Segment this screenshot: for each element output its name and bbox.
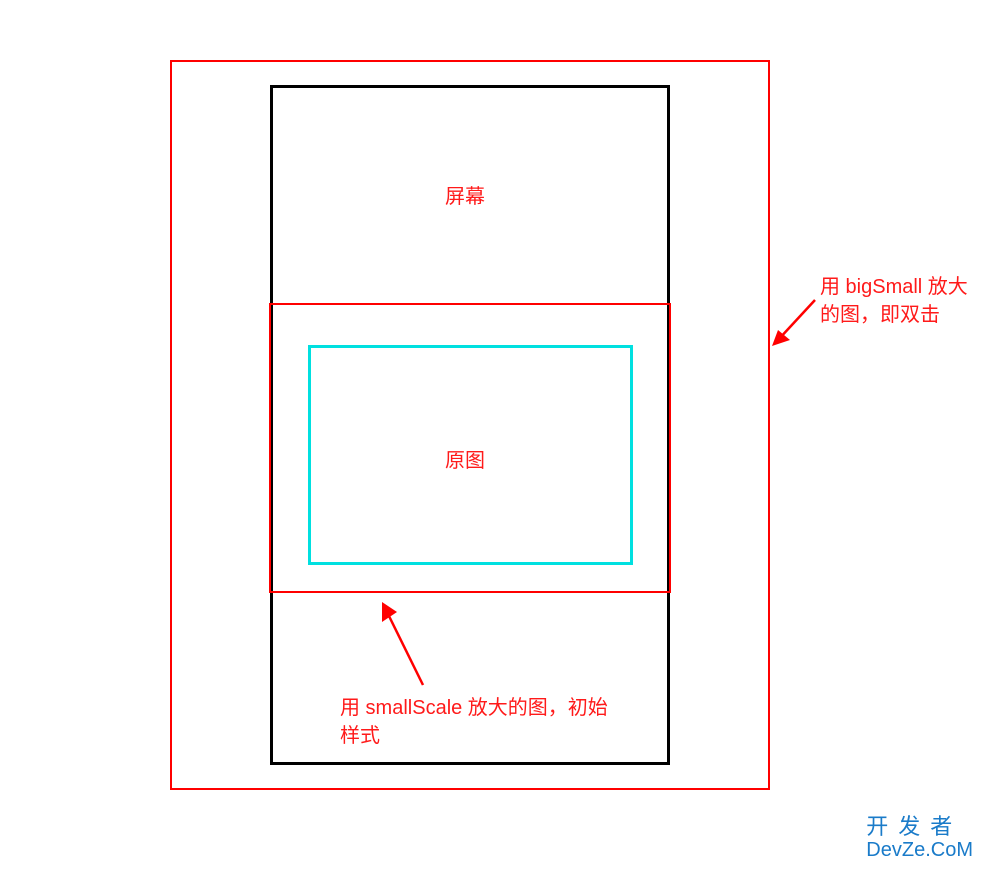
watermark: 开发者 DevZe.CoM xyxy=(866,815,973,861)
original-image-label: 原图 xyxy=(445,444,485,473)
arrow-bottom-icon xyxy=(375,600,435,695)
screen-label: 屏幕 xyxy=(445,180,485,209)
watermark-line2: DevZe.CoM xyxy=(866,839,973,861)
arrow-right-icon xyxy=(770,290,820,350)
watermark-line1: 开发者 xyxy=(866,815,973,839)
small-scale-annotation: 用 smallScale 放大的图，初始样式 xyxy=(340,694,620,750)
big-scale-annotation: 用 bigSmall 放大的图，即双击 xyxy=(820,273,980,329)
